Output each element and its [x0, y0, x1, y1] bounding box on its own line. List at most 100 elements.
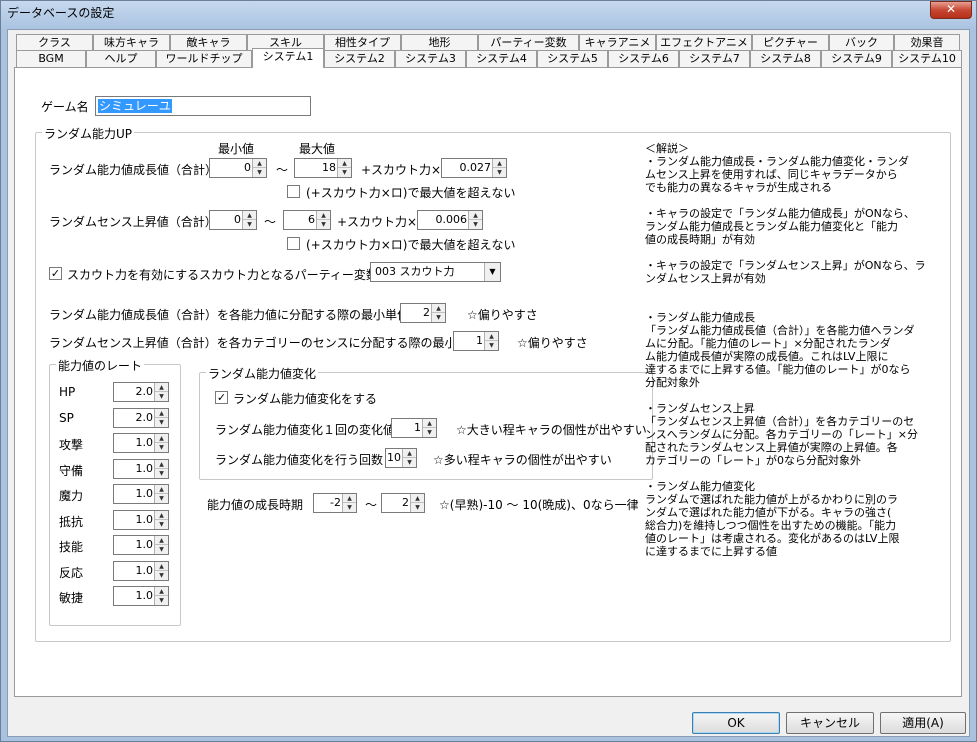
rate-spinner[interactable]: 1.0 ▲ ▼: [113, 509, 169, 530]
spin-up-icon[interactable]: ▲: [155, 409, 168, 418]
tab-system-4[interactable]: システム4: [466, 50, 537, 67]
spin-down-icon[interactable]: ▼: [432, 313, 445, 322]
tab-system-10[interactable]: システム10: [892, 50, 962, 67]
tab-system-8[interactable]: システム8: [750, 50, 821, 67]
spin-up-icon[interactable]: ▲: [155, 562, 168, 571]
growth-min-spinner[interactable]: 0 ▲ ▼: [209, 158, 267, 178]
spin-down-icon[interactable]: ▼: [403, 458, 416, 467]
spin-down-icon[interactable]: ▼: [469, 220, 482, 229]
tab-affinity-type[interactable]: 相性タイプ: [324, 34, 401, 51]
spin-up-icon[interactable]: ▲: [493, 159, 506, 168]
growth-scout-spinner[interactable]: 0.027 ▲ ▼: [441, 158, 507, 178]
spin-down-icon[interactable]: ▼: [155, 443, 168, 452]
spin-up-icon[interactable]: ▲: [432, 304, 445, 313]
growth-period-min-spinner[interactable]: -2 ▲ ▼: [313, 493, 357, 513]
spin-up-icon[interactable]: ▲: [155, 485, 168, 494]
scout-enable-checkbox[interactable]: ✓: [49, 267, 62, 280]
spin-up-icon[interactable]: ▲: [403, 449, 416, 458]
scout-var-select[interactable]: 003 スカウト力 ▼: [370, 262, 501, 282]
spin-down-icon[interactable]: ▼: [493, 168, 506, 177]
tab-system-1[interactable]: システム1: [252, 48, 324, 68]
spin-down-icon[interactable]: ▼: [155, 469, 168, 478]
rate-spinner[interactable]: 1.0 ▲ ▼: [113, 560, 169, 581]
spin-up-icon[interactable]: ▲: [469, 211, 482, 220]
tab-system-2[interactable]: システム2: [324, 50, 395, 67]
tab-system-9[interactable]: システム9: [821, 50, 892, 67]
random-change-checkbox[interactable]: ✓: [215, 391, 228, 404]
spin-down-icon[interactable]: ▼: [411, 503, 424, 512]
spin-down-icon[interactable]: ▼: [253, 168, 266, 177]
spin-down-icon[interactable]: ▼: [155, 494, 168, 503]
sense-min-spinner[interactable]: 0 ▲ ▼: [209, 210, 257, 230]
close-button[interactable]: ✕: [930, 1, 972, 19]
rate-spinner[interactable]: 1.0 ▲ ▼: [113, 535, 169, 555]
growth-cap-checkbox[interactable]: [287, 185, 300, 198]
spin-down-icon[interactable]: ▼: [155, 545, 168, 554]
spin-down-icon[interactable]: ▼: [343, 503, 356, 512]
change-count-spinner[interactable]: 10 ▲ ▼: [385, 448, 417, 468]
spin-up-icon[interactable]: ▲: [485, 332, 498, 341]
tab-enemy-chara[interactable]: 敵キャラ: [170, 34, 247, 51]
tab-help[interactable]: ヘルプ: [86, 50, 156, 67]
spin-down-icon[interactable]: ▼: [155, 392, 168, 401]
sense-cap-checkbox[interactable]: [287, 237, 300, 250]
dist-growth-spinner[interactable]: 2 ▲ ▼: [400, 303, 446, 323]
spin-down-icon[interactable]: ▼: [155, 596, 168, 605]
spin-down-icon[interactable]: ▼: [423, 428, 436, 437]
spin-up-icon[interactable]: ▲: [155, 587, 168, 596]
spin-up-icon[interactable]: ▲: [343, 494, 356, 503]
rate-spinner[interactable]: 1.0 ▲ ▼: [113, 586, 169, 606]
spin-down-icon[interactable]: ▼: [243, 220, 256, 229]
tab-class[interactable]: クラス: [16, 34, 93, 51]
spin-down-icon[interactable]: ▼: [155, 520, 168, 529]
tab-back[interactable]: バック: [829, 34, 894, 51]
spin-up-icon[interactable]: ▲: [423, 419, 436, 428]
growth-period-max-spinner[interactable]: 2 ▲ ▼: [381, 493, 425, 513]
tab-sound-effect[interactable]: 効果音: [894, 34, 960, 51]
spin-up-icon[interactable]: ▲: [338, 159, 351, 168]
spin-down-icon[interactable]: ▼: [155, 418, 168, 427]
game-name-input[interactable]: シミュレーユ: [95, 96, 311, 116]
sense-scout-spinner[interactable]: 0.006 ▲ ▼: [417, 210, 483, 230]
cancel-button[interactable]: キャンセル: [786, 712, 874, 734]
rate-spinner[interactable]: 1.0 ▲ ▼: [113, 484, 169, 504]
tab-bgm[interactable]: BGM: [16, 50, 86, 67]
dist-sense-spinner[interactable]: 1 ▲ ▼: [453, 331, 499, 351]
spin-up-icon[interactable]: ▲: [155, 511, 168, 520]
help-line: [645, 246, 945, 259]
tab-world-chip[interactable]: ワールドチップ: [156, 50, 252, 67]
tab-chara-anime[interactable]: キャラアニメ: [579, 34, 656, 51]
spin-up-icon[interactable]: ▲: [253, 159, 266, 168]
spin-up-icon[interactable]: ▲: [155, 536, 168, 545]
tab-party-variables[interactable]: パーティー変数: [478, 34, 579, 51]
tab-picture[interactable]: ピクチャー: [752, 34, 829, 51]
tab-system-3[interactable]: システム3: [395, 50, 466, 67]
rate-spinner[interactable]: 2.0 ▲ ▼: [113, 407, 169, 428]
tab-system-5[interactable]: システム5: [537, 50, 608, 67]
spin-up-icon[interactable]: ▲: [155, 383, 168, 392]
tab-system-7[interactable]: システム7: [679, 50, 750, 67]
spin-down-icon[interactable]: ▼: [317, 220, 330, 229]
spin-down-icon[interactable]: ▼: [338, 168, 351, 177]
tab-system-6[interactable]: システム6: [608, 50, 679, 67]
tab-terrain[interactable]: 地形: [401, 34, 478, 51]
spin-up-icon[interactable]: ▲: [155, 460, 168, 469]
chevron-down-icon[interactable]: ▼: [484, 263, 500, 281]
apply-button[interactable]: 適用(A): [880, 712, 966, 734]
growth-max-spinner[interactable]: 18 ▲ ▼: [294, 158, 352, 178]
spin-down-icon[interactable]: ▼: [485, 341, 498, 350]
spin-up-icon[interactable]: ▲: [317, 211, 330, 220]
tab-effect-anime[interactable]: エフェクトアニメ: [656, 34, 752, 51]
change-amount-spinner[interactable]: 1 ▲ ▼: [391, 418, 437, 438]
tab-ally-chara[interactable]: 味方キャラ: [93, 34, 170, 51]
sense-max-spinner[interactable]: 6 ▲ ▼: [283, 210, 331, 230]
title-bar: データベースの設定 ✕: [1, 1, 976, 23]
ok-button[interactable]: OK: [692, 712, 780, 734]
rate-spinner[interactable]: 2.0 ▲ ▼: [113, 382, 169, 402]
rate-spinner[interactable]: 1.0 ▲ ▼: [113, 458, 169, 479]
rate-spinner[interactable]: 1.0 ▲ ▼: [113, 433, 169, 453]
spin-down-icon[interactable]: ▼: [155, 571, 168, 580]
spin-up-icon[interactable]: ▲: [411, 494, 424, 503]
spin-up-icon[interactable]: ▲: [243, 211, 256, 220]
spin-up-icon[interactable]: ▲: [155, 434, 168, 443]
